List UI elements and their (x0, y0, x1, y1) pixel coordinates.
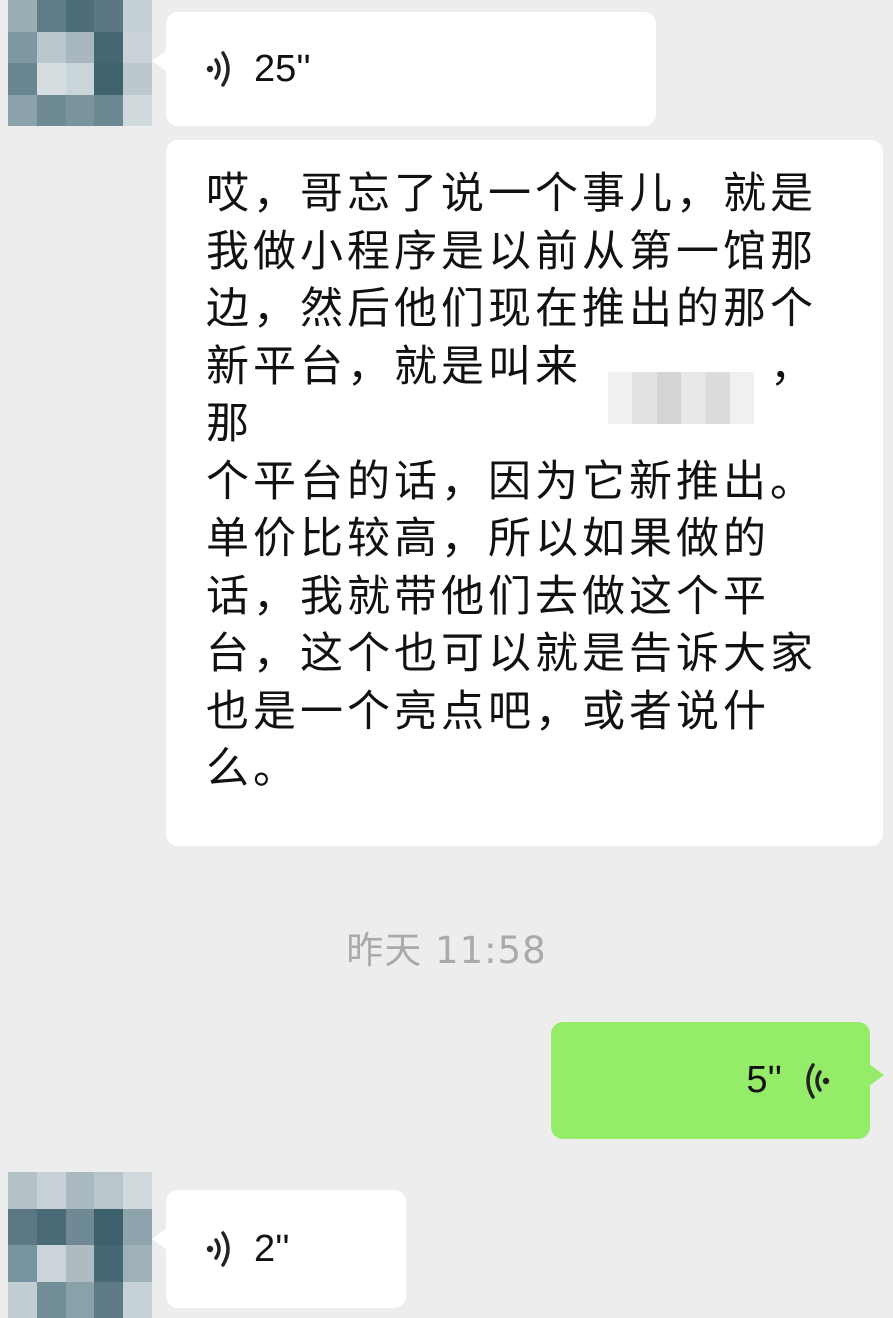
avatar-pixel (65, 1172, 95, 1209)
voice-duration: 5'' (746, 1059, 782, 1101)
avatar-pixel (123, 1245, 152, 1282)
avatar-pixel (8, 1208, 37, 1245)
avatar-pixel (36, 1281, 66, 1318)
avatar-pixel (94, 0, 124, 32)
avatar-pixel (65, 94, 95, 126)
voice-wave-right-icon (206, 49, 236, 89)
avatar-pixel (123, 94, 152, 126)
avatar-pixel (8, 94, 37, 126)
incoming-voice-bubble[interactable]: 2'' (152, 1190, 406, 1308)
voice-wave-right-icon (206, 1229, 236, 1269)
voice-wave-left-icon (800, 1061, 830, 1101)
avatar-pixel (65, 1208, 95, 1245)
avatar-pixel (8, 31, 37, 63)
avatar-pixel (65, 63, 95, 95)
avatar-pixel (123, 1281, 152, 1318)
avatar-pixel (65, 1281, 95, 1318)
avatar-pixel (36, 0, 66, 32)
redacted-blur (608, 372, 754, 424)
message-timestamp: 昨天 11:58 (346, 929, 547, 972)
avatar-pixel (94, 1245, 124, 1282)
avatar-pixel (36, 1172, 66, 1209)
voice-duration: 2'' (254, 1227, 290, 1270)
avatar-pixel (36, 31, 66, 63)
outgoing-voice-bubble[interactable]: 5'' (551, 1022, 884, 1139)
incoming-text-bubble[interactable]: 哎，哥忘了说一个事儿，就是 我做小程序是以前从第一馆那 边，然后他们现在推出的那… (166, 140, 883, 846)
avatar-pixel (94, 94, 124, 126)
avatar-pixel (94, 31, 124, 63)
avatar-pixel (8, 63, 37, 95)
avatar-pixel (123, 31, 152, 63)
incoming-voice-bubble[interactable]: 25'' (152, 12, 656, 126)
avatar-pixel (65, 0, 95, 32)
avatar-pixel (123, 0, 152, 32)
avatar-pixel (94, 63, 124, 95)
avatar-pixel (36, 94, 66, 126)
avatar-pixel (8, 0, 37, 32)
avatar-pixel (94, 1208, 124, 1245)
avatar-pixel (8, 1245, 37, 1282)
avatar-pixel (94, 1172, 124, 1209)
avatar-pixel (123, 1172, 152, 1209)
avatar-pixel (65, 31, 95, 63)
avatar-pixel (36, 1245, 66, 1282)
avatar-pixel (123, 63, 152, 95)
avatar-pixel (65, 1245, 95, 1282)
avatar-pixel (36, 63, 66, 95)
avatar-pixel (123, 1208, 152, 1245)
message-text: 哎，哥忘了说一个事儿，就是 我做小程序是以前从第一馆那 边，然后他们现在推出的那… (206, 169, 817, 794)
contact-avatar[interactable] (8, 1172, 152, 1318)
avatar-pixel (8, 1281, 37, 1318)
contact-avatar[interactable] (8, 0, 152, 126)
avatar-pixel (8, 1172, 37, 1209)
avatar-pixel (36, 1208, 66, 1245)
voice-duration: 25'' (254, 47, 311, 90)
avatar-pixel (94, 1281, 124, 1318)
